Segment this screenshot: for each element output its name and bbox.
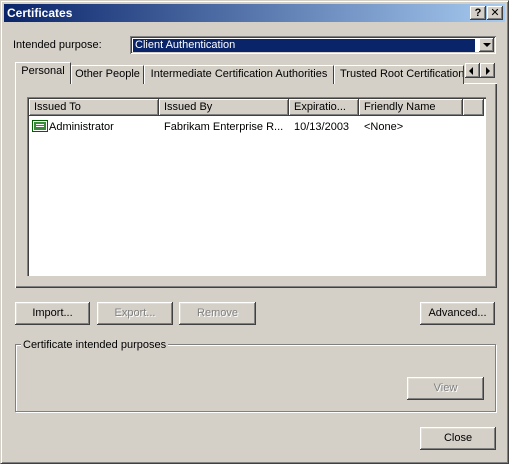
tab-scroll-right-button[interactable] xyxy=(480,63,495,78)
table-row[interactable]: Administrator Fabrikam Enterprise R... 1… xyxy=(29,119,484,135)
arrow-right-icon xyxy=(486,67,490,75)
tab-scroll-left-button[interactable] xyxy=(465,63,480,78)
column-filler xyxy=(463,99,484,116)
tab-other-people[interactable]: Other People xyxy=(71,65,144,84)
certificate-list[interactable]: Issued To Issued By Expiratio... Friendl… xyxy=(27,97,486,276)
column-friendly-name[interactable]: Friendly Name xyxy=(359,99,463,116)
intended-purpose-dropdown[interactable]: Client Authentication xyxy=(130,36,496,54)
arrow-left-icon xyxy=(469,67,473,75)
close-button[interactable]: Close xyxy=(420,427,496,450)
view-button[interactable]: View xyxy=(407,377,484,400)
tab-intermediate-cas[interactable]: Intermediate Certification Authorities xyxy=(144,65,334,84)
tab-trusted-root-cas[interactable]: Trusted Root Certification Authorities xyxy=(334,65,464,84)
certificates-dialog: Certificates ? ✕ Intended purpose: Clien… xyxy=(0,0,509,464)
chevron-down-icon xyxy=(483,43,491,47)
dropdown-button[interactable] xyxy=(479,38,494,52)
help-button[interactable]: ? xyxy=(470,6,486,20)
export-button[interactable]: Export... xyxy=(97,302,173,325)
column-expiration[interactable]: Expiratio... xyxy=(289,99,359,116)
intended-purpose-value: Client Authentication xyxy=(133,39,475,52)
column-issued-to[interactable]: Issued To xyxy=(29,99,159,116)
tab-personal[interactable]: Personal xyxy=(15,62,71,84)
intended-purpose-label: Intended purpose: xyxy=(13,39,102,51)
window-title: Certificates xyxy=(7,6,73,20)
column-issued-by[interactable]: Issued By xyxy=(159,99,289,116)
cell-expiration: 10/13/2003 xyxy=(294,121,350,133)
cell-issued-by: Fabrikam Enterprise R... xyxy=(164,121,284,133)
import-button[interactable]: Import... xyxy=(15,302,90,325)
cell-issued-to: Administrator xyxy=(49,121,114,133)
advanced-button[interactable]: Advanced... xyxy=(420,302,495,325)
group-title: Certificate intended purposes xyxy=(21,339,169,351)
title-bar[interactable]: Certificates ? ✕ xyxy=(4,4,505,22)
close-window-button[interactable]: ✕ xyxy=(487,6,503,20)
remove-button[interactable]: Remove xyxy=(179,302,256,325)
certificate-icon xyxy=(32,120,48,132)
cell-friendly-name: <None> xyxy=(364,121,404,133)
